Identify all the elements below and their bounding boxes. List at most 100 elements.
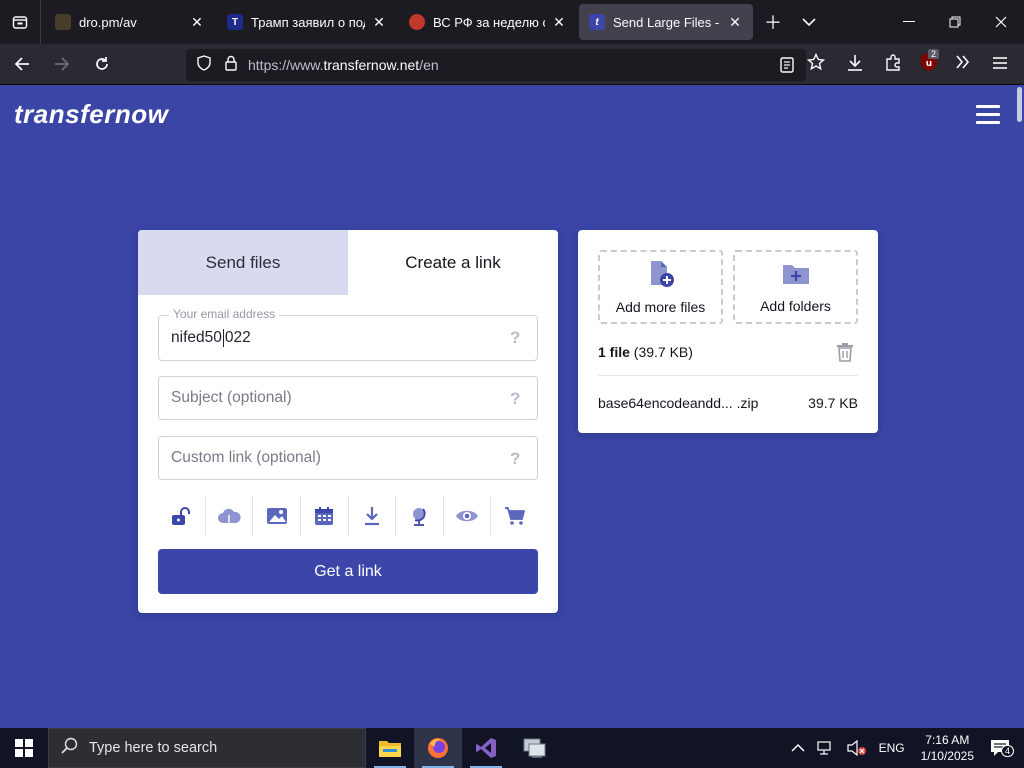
tab-create-link[interactable]: Create a link	[348, 230, 558, 295]
app-menu-icon[interactable]	[992, 56, 1008, 75]
downloads-icon[interactable]	[846, 54, 864, 77]
ublock-extension-icon[interactable]: u 2	[920, 49, 940, 72]
help-question-icon[interactable]: ?	[510, 389, 524, 408]
notification-icon[interactable]: 4	[990, 739, 1015, 757]
bookmark-star-icon[interactable]	[806, 52, 826, 76]
mode-tabs: Send files Create a link	[138, 230, 558, 295]
lock-icon[interactable]	[158, 496, 206, 536]
clock[interactable]: 7:16 AM 1/10/2025	[921, 732, 974, 764]
tab-news-trump[interactable]: T Трамп заявил о подгот ✕	[217, 4, 397, 40]
folder-favicon-icon	[55, 14, 71, 30]
extensions-puzzle-icon[interactable]	[884, 54, 902, 77]
tab-send-files[interactable]: Send files	[138, 230, 348, 295]
help-question-icon[interactable]: ?	[510, 328, 524, 347]
folder-add-icon	[781, 261, 811, 292]
link-options-toolbar	[158, 496, 538, 536]
shield-icon[interactable]	[196, 54, 212, 76]
add-folders-label: Add folders	[760, 297, 831, 314]
url-domain: transfernow.net	[323, 57, 420, 73]
subject-field[interactable]: Subject (optional) ?	[158, 376, 538, 420]
clock-date: 1/10/2025	[920, 749, 974, 763]
clock-time: 7:16 AM	[925, 733, 970, 747]
extension-badge: 2	[928, 49, 940, 59]
add-more-files-button[interactable]: Add more files	[598, 250, 723, 324]
eye-icon[interactable]	[444, 496, 492, 536]
browser-nav-bar: https://www.transfernow.net/en u 2	[0, 44, 1024, 85]
address-bar[interactable]: https://www.transfernow.net/en	[186, 49, 806, 81]
page-scrollbar[interactable]	[1014, 85, 1024, 728]
file-name: base64encodeandd... .zip	[598, 395, 759, 411]
reload-icon[interactable]	[84, 48, 120, 80]
lock-icon[interactable]	[224, 55, 238, 76]
back-arrow-icon[interactable]	[4, 48, 40, 80]
visual-studio-icon[interactable]	[462, 728, 510, 768]
tab-title: Send Large Files - Free	[613, 14, 721, 30]
chevron-up-icon[interactable]	[791, 743, 805, 753]
file-explorer-icon[interactable]	[366, 728, 414, 768]
file-count-number: 1 file	[598, 344, 630, 360]
add-folders-button[interactable]: Add folders	[733, 250, 858, 324]
file-add-icon	[645, 260, 677, 293]
url-prefix: https://www.	[248, 57, 324, 73]
files-card: Add more files Add folders 1 file (39.7 …	[578, 230, 878, 433]
restore-icon[interactable]	[932, 0, 978, 44]
transfernow-logo[interactable]: transfernow	[14, 99, 168, 130]
url-text[interactable]: https://www.transfernow.net/en	[248, 57, 439, 73]
file-total-size: (39.7 KB)	[629, 344, 693, 360]
reader-view-icon[interactable]	[780, 57, 794, 78]
close-icon[interactable]: ✕	[189, 14, 205, 30]
news-favicon-icon	[409, 14, 425, 30]
url-path: /en	[419, 57, 439, 73]
close-icon[interactable]: ✕	[371, 14, 387, 30]
add-more-files-label: Add more files	[615, 298, 706, 315]
file-count: 1 file (39.7 KB)	[598, 344, 693, 360]
more-tools-chevron-icon[interactable]	[955, 54, 971, 75]
custom-link-field[interactable]: Custom link (optional) ?	[158, 436, 538, 480]
calendar-icon[interactable]	[301, 496, 349, 536]
minimize-icon[interactable]	[886, 0, 932, 44]
email-value-start: nifed50	[171, 329, 222, 347]
image-icon[interactable]	[253, 496, 301, 536]
tab-news-vs[interactable]: ВС РФ за неделю осво ✕	[399, 4, 577, 40]
system-tray: ENG 7:16 AM 1/10/2025 4	[785, 728, 1024, 768]
cart-icon[interactable]	[491, 496, 538, 536]
close-window-icon[interactable]	[978, 0, 1024, 44]
network-app-icon[interactable]	[510, 728, 558, 768]
taskbar-search-box[interactable]: Type here to search	[48, 728, 366, 768]
firefox-icon[interactable]	[414, 728, 462, 768]
download-icon[interactable]	[349, 496, 397, 536]
globe-icon[interactable]	[396, 496, 444, 536]
transfernow-favicon-icon: t	[589, 14, 605, 30]
list-all-tabs-icon[interactable]	[0, 0, 40, 44]
custom-link-placeholder: Custom link (optional)	[171, 449, 321, 466]
tab-title: ВС РФ за неделю осво	[433, 14, 545, 30]
get-link-button[interactable]: Get a link	[158, 549, 538, 594]
forward-arrow-icon[interactable]	[44, 48, 80, 80]
input-language[interactable]: ENG	[879, 741, 905, 755]
windows-taskbar: Type here to search ENG 7:16 AM 1/10/202…	[0, 728, 1024, 768]
scrollbar-thumb[interactable]	[1017, 87, 1022, 122]
browser-tab-bar: dro.pm/av ✕ T Трамп заявил о подгот ✕ ВС…	[0, 0, 1024, 44]
page-content: transfernow Send files Create a link You…	[0, 85, 1014, 728]
trash-icon[interactable]	[836, 342, 854, 367]
svg-text:u: u	[926, 59, 932, 69]
close-icon[interactable]: ✕	[551, 14, 567, 30]
new-tab-plus-icon[interactable]: ＋	[755, 4, 791, 40]
email-value: nifed50 022	[171, 328, 251, 347]
help-question-icon[interactable]: ?	[510, 449, 524, 468]
tab-dro-pm[interactable]: dro.pm/av ✕	[45, 4, 215, 40]
cloud-icon[interactable]	[206, 496, 254, 536]
notification-count: 4	[1001, 745, 1015, 757]
email-value-end: 022	[224, 329, 251, 347]
menu-hamburger-icon[interactable]	[976, 105, 1000, 125]
network-icon[interactable]	[816, 740, 835, 756]
divider	[598, 375, 858, 376]
email-field[interactable]: Your email address nifed50 022 ?	[158, 307, 538, 361]
tab-transfernow[interactable]: t Send Large Files - Free ✕	[579, 4, 753, 40]
news-favicon-icon: T	[227, 14, 243, 30]
windows-start-icon[interactable]	[0, 728, 48, 768]
create-link-card: Send files Create a link Your email addr…	[138, 230, 558, 613]
volume-muted-icon[interactable]	[846, 740, 867, 756]
close-icon[interactable]: ✕	[727, 14, 743, 30]
chevron-down-icon[interactable]	[791, 4, 827, 40]
